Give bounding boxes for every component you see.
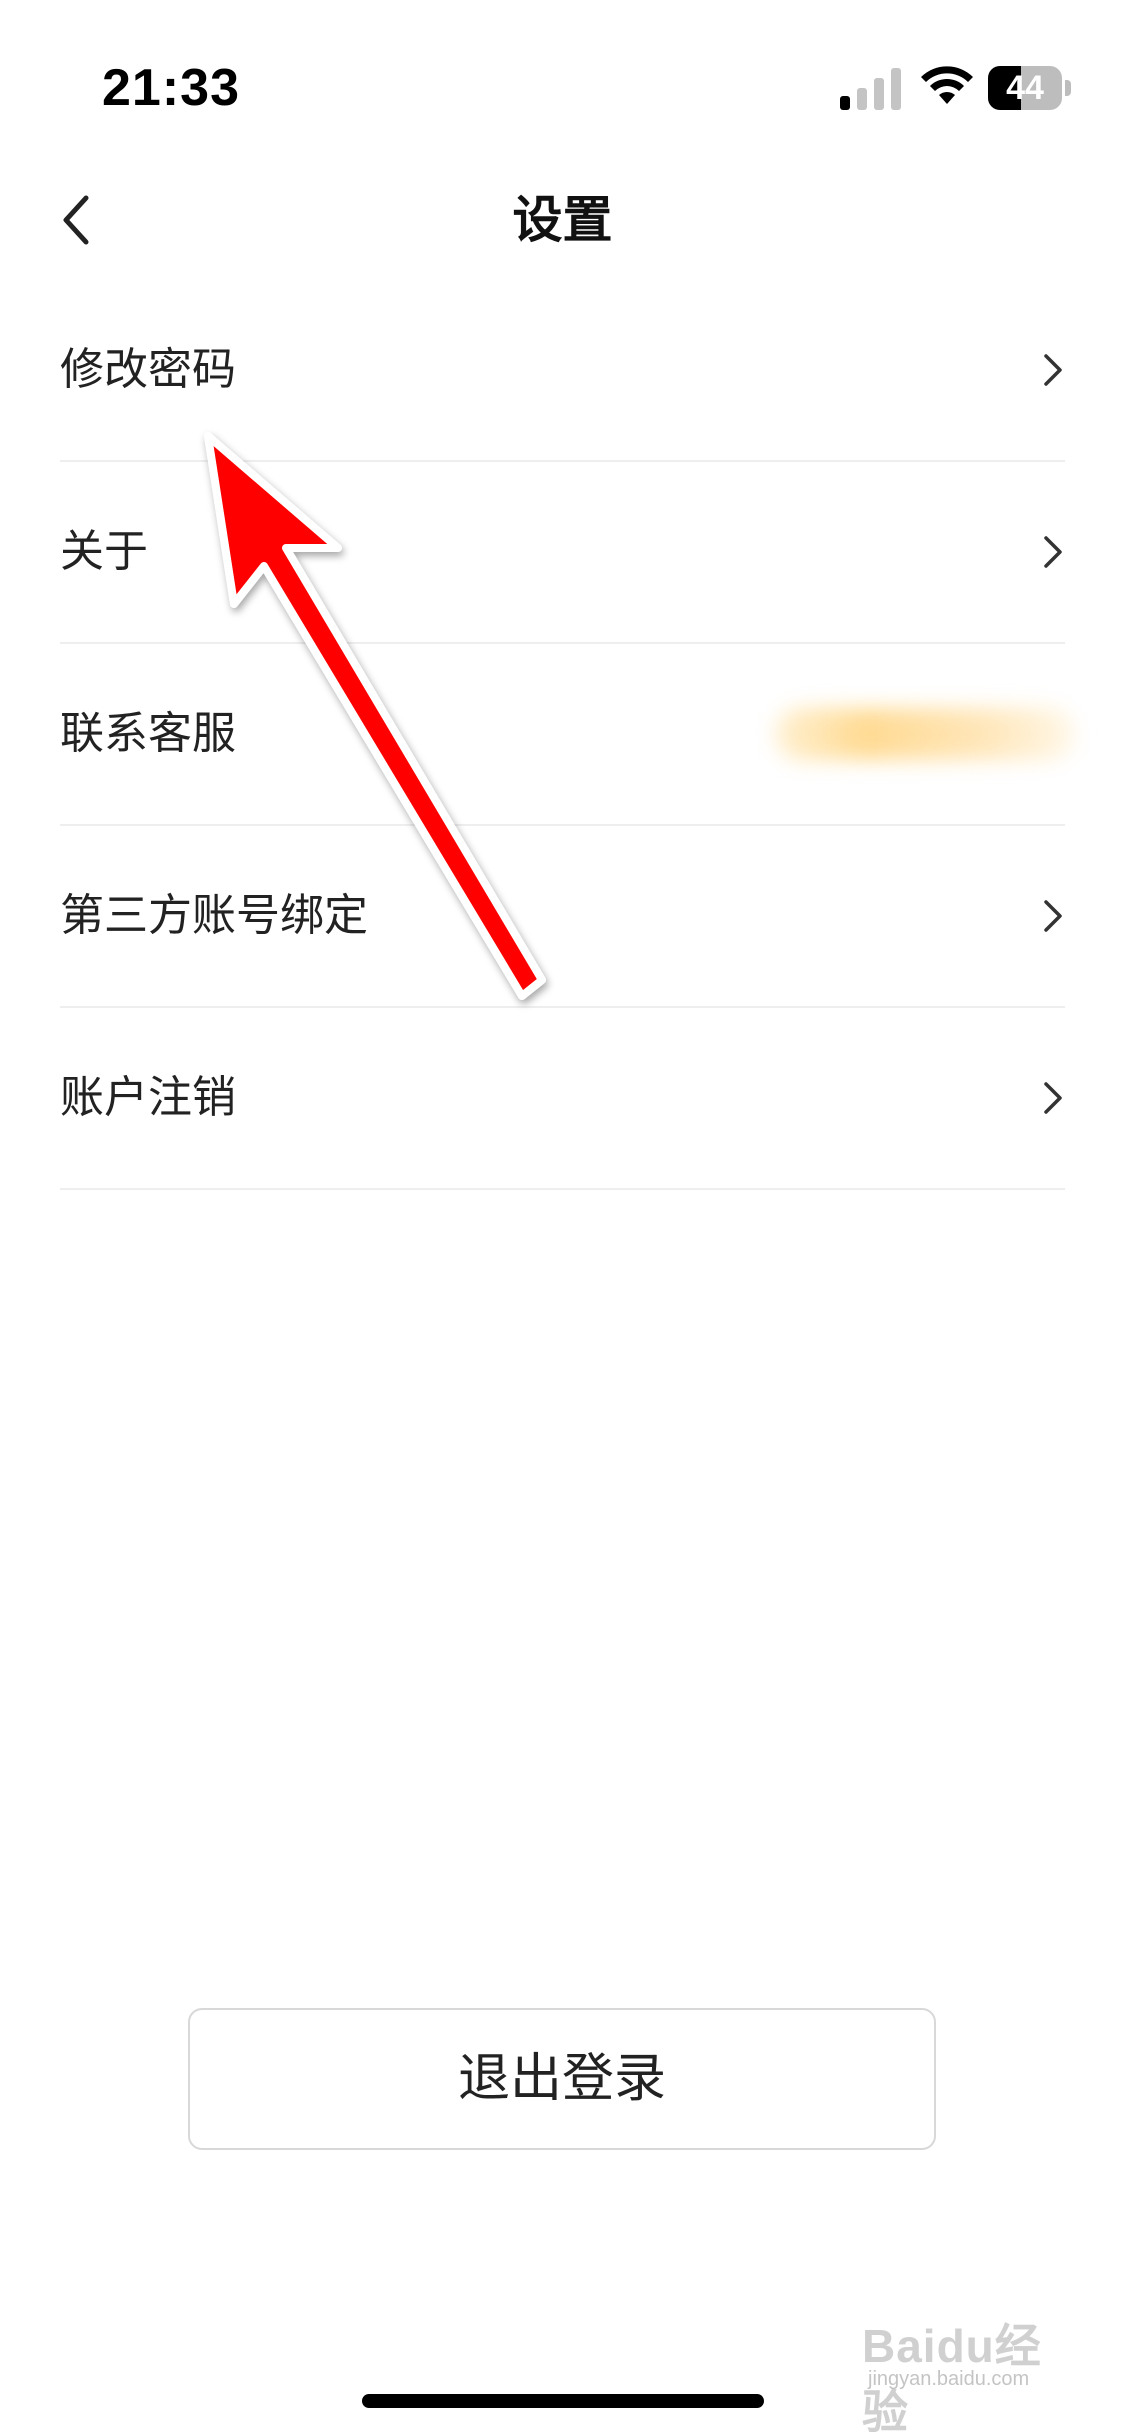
settings-item-delete-account[interactable]: 账户注销: [60, 1008, 1065, 1190]
watermark-url: jingyan.baidu.com: [868, 2368, 1030, 2390]
settings-item-change-password[interactable]: 修改密码: [60, 280, 1065, 462]
logout-button[interactable]: 退出登录: [188, 2008, 936, 2150]
chevron-right-icon: [1044, 536, 1062, 568]
page-title: 设置: [512, 191, 613, 249]
back-button[interactable]: [48, 184, 120, 256]
settings-item-label: 关于: [60, 526, 148, 577]
status-bar: 21:33 44: [0, 0, 1125, 170]
settings-item-label: 修改密码: [60, 344, 236, 395]
battery-body: 44: [988, 66, 1062, 110]
chevron-right-icon: [1044, 354, 1062, 386]
nav-bar: 设置: [0, 170, 1125, 270]
settings-list: 修改密码 关于 联系客服 第三方账号绑定 账户注销: [60, 280, 1075, 1190]
settings-item-label: 账户注销: [60, 1072, 236, 1123]
home-indicator[interactable]: [362, 2394, 764, 2408]
battery-tip: [1065, 80, 1071, 96]
status-time: 21:33: [102, 59, 240, 117]
settings-screen: 21:33 44 设置 修改密码 关于 联系客服 第三方账号绑定 账户注销 退出…: [0, 0, 1125, 2436]
chevron-right-icon: [1044, 900, 1062, 932]
settings-item-about[interactable]: 关于: [60, 462, 1065, 644]
blurred-contact-value: [775, 708, 1075, 760]
cellular-signal-icon: [840, 68, 901, 110]
chevron-left-icon: [63, 195, 89, 245]
battery-level: 44: [1006, 69, 1044, 107]
baidu-watermark: Baidu经验 jingyan.baidu.com: [862, 2310, 1072, 2436]
settings-item-label: 第三方账号绑定: [60, 890, 368, 941]
settings-item-third-party-binding[interactable]: 第三方账号绑定: [60, 826, 1065, 1008]
chevron-right-icon: [1044, 1082, 1062, 1114]
wifi-icon: [921, 66, 973, 104]
settings-item-contact-support[interactable]: 联系客服: [60, 644, 1075, 826]
settings-item-label: 联系客服: [60, 708, 236, 759]
battery-indicator: 44: [988, 66, 1071, 110]
